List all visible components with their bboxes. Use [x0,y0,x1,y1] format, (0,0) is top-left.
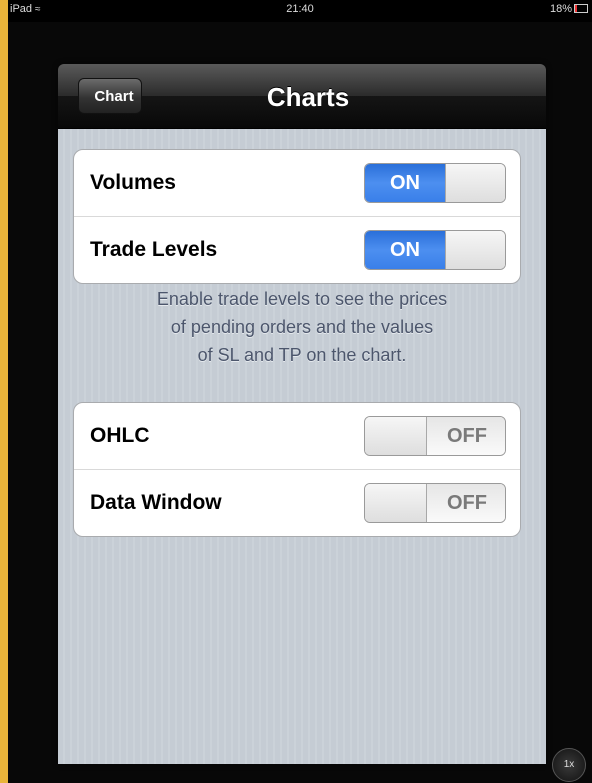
battery-percent: 18% [549,3,572,15]
setting-row-data-window: Data Window OFF [74,470,520,536]
ohlc-toggle[interactable]: OFF [364,416,506,456]
settings-group-info: OHLC OFF Data Window OFF [73,402,521,537]
setting-label-volumes: Volumes [90,171,176,194]
volumes-toggle[interactable]: ON [364,163,506,203]
toggle-off-text: OFF [427,484,505,522]
settings-group-display: Volumes ON Trade Levels ON [73,149,521,284]
setting-label-ohlc: OHLC [90,424,150,447]
setting-row-trade-levels: Trade Levels ON [74,217,520,283]
setting-row-volumes: Volumes ON [74,150,520,217]
toggle-knob [365,417,427,455]
toggle-knob [365,484,427,522]
back-button-label: Chart [94,88,134,105]
back-button[interactable]: Chart [78,78,142,114]
setting-row-ohlc: OHLC OFF [74,403,520,470]
toggle-on-text: ON [365,164,445,202]
data-window-toggle[interactable]: OFF [364,483,506,523]
status-time: 21:40 [286,3,314,15]
page-title: Charts [266,82,350,112]
status-bar: iPad ≈ 21:40 18% [8,0,592,22]
ipad-screen: iPad≈ 21:40 18% Chart Charts Volumes ON [8,0,592,783]
toggle-knob [445,231,505,269]
setting-label-data-window: Data Window [90,491,222,514]
toggle-on-text: ON [365,231,445,269]
settings-content: Volumes ON Trade Levels ON Enable trade … [58,129,546,764]
settings-panel: Chart Charts Volumes ON Trade Levels ON [58,64,546,764]
zoom-button[interactable]: 1x [552,748,586,782]
setting-label-trade-levels: Trade Levels [90,238,218,261]
trade-levels-toggle[interactable]: ON [364,230,506,270]
navigation-bar: Chart Charts [58,64,546,129]
toggle-off-text: OFF [427,417,505,455]
toggle-knob [445,164,505,202]
trade-levels-description: Enable trade levels to see the prices of… [156,289,448,365]
battery-icon [574,4,588,13]
